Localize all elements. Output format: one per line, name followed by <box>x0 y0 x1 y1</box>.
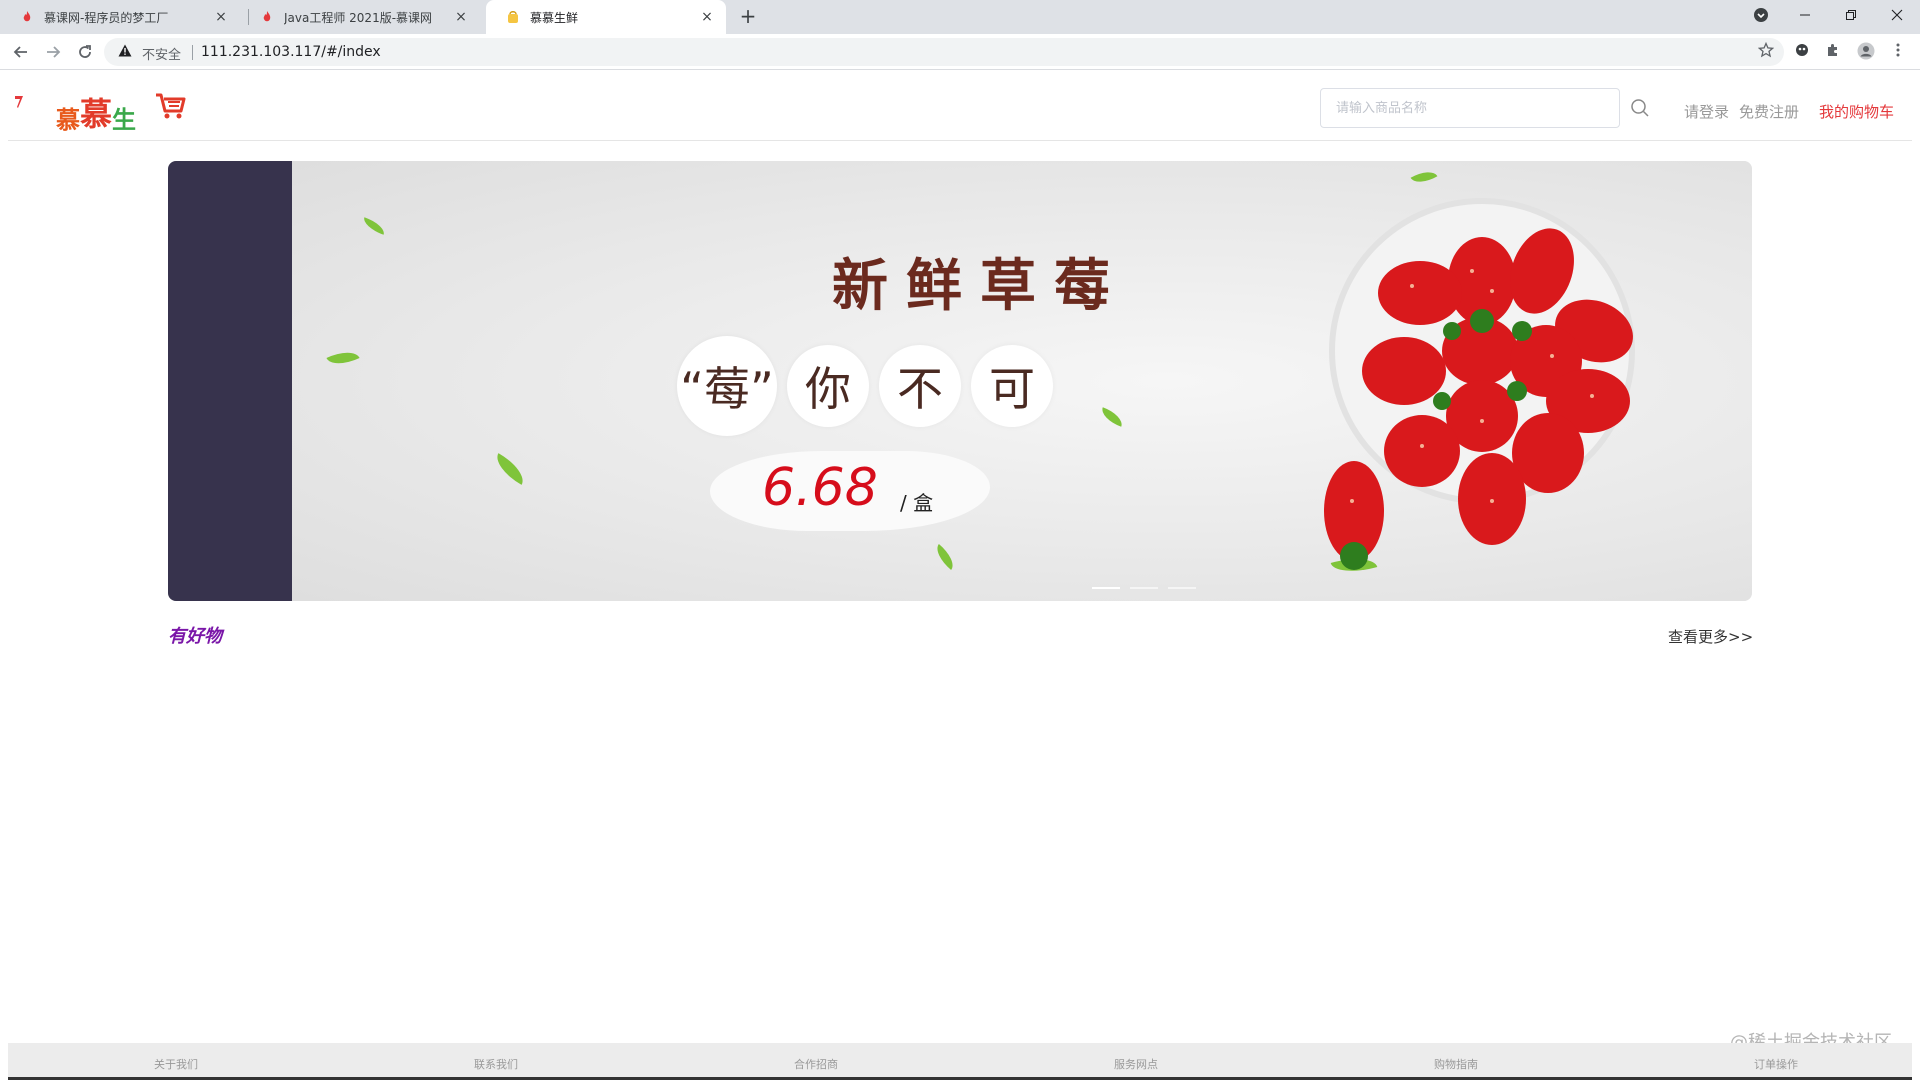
footer-link-partners[interactable]: 合作招商 <box>794 1056 838 1072</box>
tab-search-icon[interactable] <box>1738 0 1784 30</box>
footer-link-orders[interactable]: 订单操作 <box>1754 1056 1798 1072</box>
flame-icon <box>260 10 274 24</box>
security-label[interactable]: 不安全 <box>142 44 181 63</box>
tab-title: 慕慕生鲜 <box>530 10 579 25</box>
close-icon[interactable]: × <box>212 8 230 26</box>
cart-logo-icon <box>156 93 186 119</box>
extension-icon[interactable] <box>1792 42 1812 62</box>
address-bar[interactable]: 不安全 111.231.103.117/#/index <box>104 38 1784 66</box>
restore-icon[interactable] <box>1828 0 1874 30</box>
reload-icon[interactable] <box>74 41 96 63</box>
browser-tab-1[interactable]: 慕课网-程序员的梦工厂 × <box>0 0 240 34</box>
tab-title: 慕课网-程序员的梦工厂 <box>44 10 169 25</box>
leaf-decoration <box>361 217 387 235</box>
slogan-circle: 不 <box>879 345 961 427</box>
leaf-decoration <box>1098 407 1126 427</box>
footer-link-contact[interactable]: 联系我们 <box>474 1056 518 1072</box>
logo-mark-icon <box>15 96 23 108</box>
banner-price: 6.68 <box>762 458 878 518</box>
address-divider <box>192 45 193 60</box>
flame-icon <box>20 10 34 24</box>
slogan-circle: “莓” <box>677 336 777 436</box>
page-content: 慕 慕 生 请登录 免费注册 我的购物车 <box>0 71 1920 1080</box>
back-icon[interactable] <box>10 41 32 63</box>
url-text[interactable]: 111.231.103.117/#/index <box>201 44 381 60</box>
banner-carousel[interactable]: 新鲜草莓 “莓” 你 不 可 6.68 / 盒 <box>168 161 1752 601</box>
footer-link-service[interactable]: 服务网点 <box>1114 1056 1158 1072</box>
slogan-circles: “莓” 你 不 可 <box>677 336 1063 436</box>
leaf-decoration <box>490 453 530 485</box>
close-icon[interactable]: × <box>698 8 716 26</box>
carousel-dot[interactable] <box>1168 587 1196 589</box>
leaf-decoration <box>931 544 959 570</box>
search-box <box>1320 88 1620 128</box>
tab-title: Java工程师 2021版-慕课网 <box>284 10 433 25</box>
footer-link-about[interactable]: 关于我们 <box>154 1056 198 1072</box>
carousel-dot[interactable] <box>1130 587 1158 589</box>
site-footer: 关于我们 联系我们 合作招商 服务网点 购物指南 订单操作 <box>8 1043 1912 1080</box>
price-unit: / 盒 <box>900 491 934 515</box>
user-nav: 请登录 免费注册 我的购物车 <box>1684 101 1904 122</box>
login-link[interactable]: 请登录 <box>1684 101 1729 122</box>
site-header: 慕 慕 生 请登录 免费注册 我的购物车 <box>8 71 1912 141</box>
profile-avatar-icon[interactable] <box>1856 42 1876 62</box>
logo-char: 生 <box>112 105 137 134</box>
bookmark-star-icon[interactable] <box>1757 41 1775 62</box>
banner-slide[interactable]: 新鲜草莓 “莓” 你 不 可 6.68 / 盒 <box>292 161 1752 601</box>
browser-toolbar: 不安全 111.231.103.117/#/index <box>0 34 1920 70</box>
warning-icon <box>118 44 132 61</box>
browser-tab-bar: 慕课网-程序员的梦工厂 × Java工程师 2021版-慕课网 × 慕慕生鲜 ×… <box>0 0 1920 34</box>
browser-tab-3[interactable]: 慕慕生鲜 × <box>486 0 726 34</box>
new-tab-button[interactable]: + <box>736 5 760 29</box>
logo-char: 慕 <box>80 95 113 133</box>
view-more-link[interactable]: 查看更多>> <box>1668 626 1753 647</box>
section-title: 有好物 <box>168 626 222 647</box>
browser-tab-2[interactable]: Java工程师 2021版-慕课网 × <box>240 0 480 34</box>
basket-icon <box>506 10 520 24</box>
banner-headline: 新鲜草莓 <box>832 254 1128 319</box>
search-input[interactable] <box>1321 89 1591 127</box>
logo-char: 慕 <box>56 105 80 134</box>
forward-icon[interactable] <box>42 41 64 63</box>
menu-dots-icon[interactable] <box>1888 42 1908 62</box>
close-icon[interactable]: × <box>452 8 470 26</box>
search-icon[interactable] <box>1630 98 1650 118</box>
register-link[interactable]: 免费注册 <box>1739 101 1799 122</box>
carousel-indicators <box>1092 587 1206 589</box>
puzzle-icon[interactable] <box>1823 42 1843 62</box>
carousel-dot[interactable] <box>1092 587 1120 589</box>
leaf-decoration <box>326 345 360 371</box>
my-cart-link[interactable]: 我的购物车 <box>1819 101 1894 122</box>
footer-link-guide[interactable]: 购物指南 <box>1434 1056 1478 1072</box>
close-window-icon[interactable] <box>1874 0 1920 30</box>
slogan-circle: 可 <box>971 345 1053 427</box>
site-logo[interactable]: 慕 慕 生 <box>56 89 136 135</box>
strawberry-image <box>1324 198 1635 570</box>
minimize-icon[interactable] <box>1782 0 1828 30</box>
slogan-circle: 你 <box>787 345 869 427</box>
banner-side-panel <box>168 161 292 601</box>
